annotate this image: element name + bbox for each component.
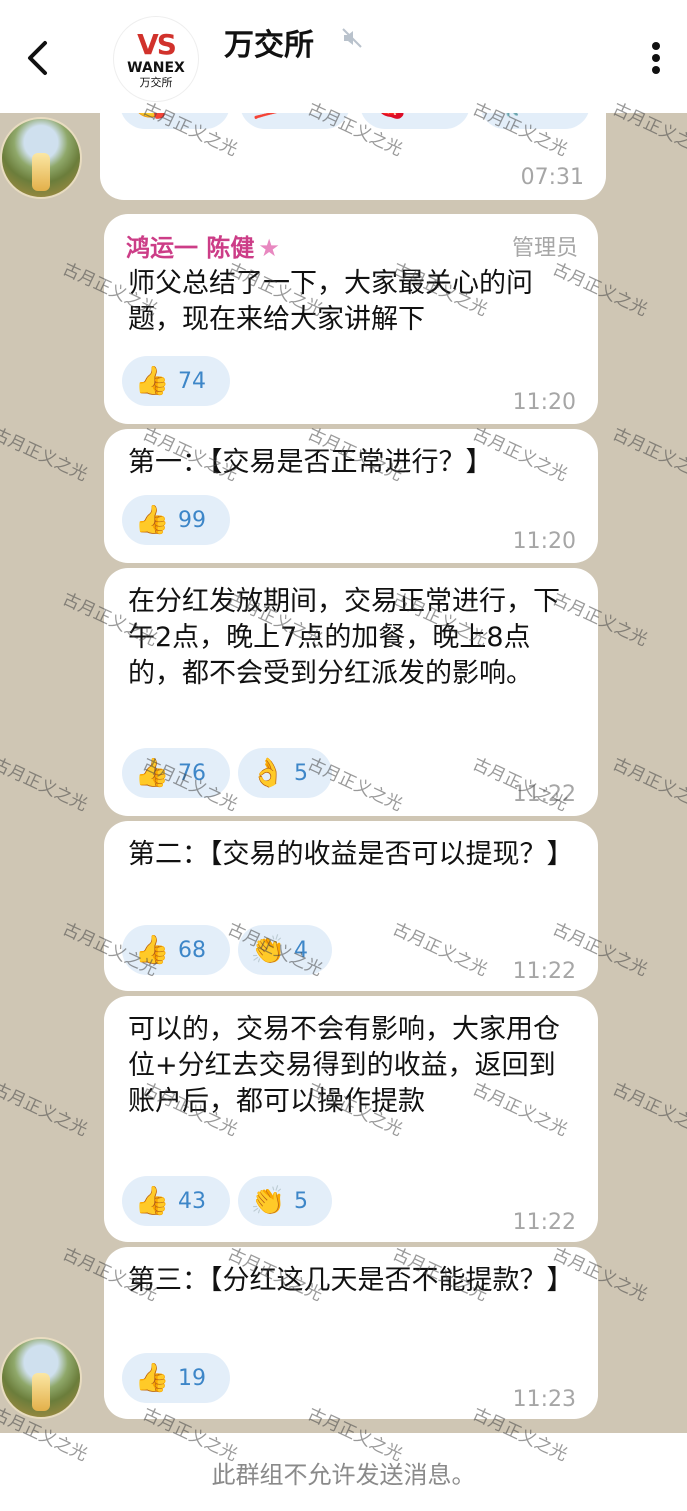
- reaction-chip[interactable]: 👏 4: [238, 925, 332, 975]
- message-bubble[interactable]: 在分红发放期间，交易正常进行，下午2点，晚上7点的加餐，晚上8点的，都不会受到分…: [104, 568, 598, 816]
- chevron-left-icon: [28, 41, 47, 75]
- reaction-chip[interactable]: 👍 19: [122, 1353, 230, 1403]
- message-timestamp: 11:22: [512, 959, 576, 984]
- ok-hand-icon: 👌: [250, 756, 286, 789]
- reaction-chip[interactable]: 🐳 23: [480, 113, 590, 129]
- reaction-count: 19: [178, 1365, 206, 1391]
- back-button[interactable]: [18, 38, 58, 78]
- reaction-count: 74: [178, 368, 206, 394]
- message-text: 第二：【交易的收益是否可以提现？】: [128, 839, 574, 870]
- whale-icon: 🐳: [492, 113, 528, 119]
- reaction-count: 4: [294, 937, 308, 963]
- message-timestamp: 11:20: [512, 390, 576, 415]
- logo-text-cn: 万交所: [139, 75, 173, 89]
- strawberry-icon: 🍓: [372, 113, 408, 119]
- logo-mark: VS: [137, 27, 177, 61]
- reaction-chip[interactable]: 🥰 29: [120, 113, 230, 129]
- reaction-chip[interactable]: 💯 27: [240, 113, 350, 129]
- message-bubble[interactable]: 🥰 29 💯 27 🍓 25 🐳 23 07:31: [100, 113, 606, 200]
- reaction-count: 29: [176, 113, 204, 117]
- reaction-chip[interactable]: 👍 74: [122, 356, 230, 406]
- message-text: 第三：【分红这几天是否不能提款？】: [128, 1265, 574, 1296]
- sender-name[interactable]: 鸿运一 陈健 ★: [126, 228, 280, 263]
- clapping-hands-icon: 👏: [250, 933, 286, 966]
- message-bubble[interactable]: 第三：【分红这几天是否不能提款？】 👍 19 11:23: [104, 1247, 598, 1419]
- star-icon: ★: [258, 234, 280, 262]
- message-text: 第一：【交易是否正常进行？】: [128, 447, 493, 478]
- reaction-chip[interactable]: 👍 43: [122, 1176, 230, 1226]
- message-text: 可以的，交易不会有影响，大家用仓位+分红去交易得到的收益，返回到账户后，都可以操…: [128, 1014, 560, 1117]
- message-timestamp: 07:31: [520, 165, 584, 190]
- message-text: 师父总结了一下，大家最关心的问题，现在来给大家讲解下: [128, 268, 533, 335]
- message-text: 在分红发放期间，交易正常进行，下午2点，晚上7点的加餐，晚上8点的，都不会受到分…: [128, 586, 560, 689]
- logo-text-en: WANEX: [127, 59, 185, 76]
- more-options-button[interactable]: [641, 38, 671, 78]
- reaction-count: 5: [294, 760, 308, 786]
- reaction-chip[interactable]: 👍 99: [122, 495, 230, 545]
- sender-name-text: 鸿运一 陈健: [126, 234, 255, 262]
- message-bubble[interactable]: 第二：【交易的收益是否可以提现？】 👍 68 👏 4 11:22: [104, 821, 598, 991]
- reaction-count: 5: [294, 1188, 308, 1214]
- message-bubble[interactable]: 鸿运一 陈健 ★ 管理员 师父总结了一下，大家最关心的问题，现在来给大家讲解下 👍…: [104, 214, 598, 424]
- reaction-count: 76: [178, 760, 206, 786]
- admin-badge: 管理员: [511, 236, 578, 261]
- thumbs-up-icon: 👍: [134, 364, 170, 397]
- avatar[interactable]: [0, 117, 82, 199]
- message-timestamp: 11:23: [512, 1387, 576, 1412]
- message-timestamp: 11:22: [512, 1210, 576, 1235]
- thumbs-up-icon: 👍: [134, 933, 170, 966]
- more-vertical-icon: [652, 42, 660, 74]
- send-disabled-notice: 此群组不允许发送消息。: [211, 1460, 476, 1489]
- reaction-count: 43: [178, 1188, 206, 1214]
- reaction-chip[interactable]: 👍 76: [122, 748, 230, 798]
- thumbs-up-icon: 👍: [134, 756, 170, 789]
- thumbs-up-icon: 👍: [134, 503, 170, 536]
- message-bubble[interactable]: 可以的，交易不会有影响，大家用仓位+分红去交易得到的收益，返回到账户后，都可以操…: [104, 996, 598, 1242]
- reaction-chip[interactable]: 👏 5: [238, 1176, 332, 1226]
- clapping-hands-icon: 👏: [250, 1184, 286, 1217]
- message-timestamp: 11:22: [512, 782, 576, 807]
- message-timestamp: 11:20: [512, 529, 576, 554]
- reaction-count: 25: [416, 113, 444, 117]
- hundred-points-icon: 💯: [252, 113, 288, 119]
- chat-header: VS WANEX 万交所 万交所: [0, 0, 687, 113]
- message-bubble[interactable]: 第一：【交易是否正常进行？】 👍 99 11:20: [104, 429, 598, 563]
- reaction-count: 99: [178, 507, 206, 533]
- muted-speaker-icon: [342, 28, 362, 48]
- group-title[interactable]: 万交所: [224, 20, 314, 64]
- reaction-chip[interactable]: 👍 68: [122, 925, 230, 975]
- reaction-count: 23: [536, 113, 564, 117]
- group-avatar-logo[interactable]: VS WANEX 万交所: [113, 16, 199, 102]
- chat-message-list[interactable]: 🥰 29 💯 27 🍓 25 🐳 23 07:31 鸿运一 陈健★ 管理员 师父…: [0, 113, 687, 1433]
- smiling-face-hearts-icon: 🥰: [132, 113, 168, 119]
- reaction-chip[interactable]: 👌 5: [238, 748, 332, 798]
- footer-notice-bar: 此群组不允许发送消息。: [0, 1433, 687, 1511]
- thumbs-up-icon: 👍: [134, 1184, 170, 1217]
- reaction-count: 68: [178, 937, 206, 963]
- avatar[interactable]: [0, 1337, 82, 1419]
- reaction-count: 27: [296, 113, 324, 117]
- reaction-chip[interactable]: 🍓 25: [360, 113, 470, 129]
- thumbs-up-icon: 👍: [134, 1361, 170, 1394]
